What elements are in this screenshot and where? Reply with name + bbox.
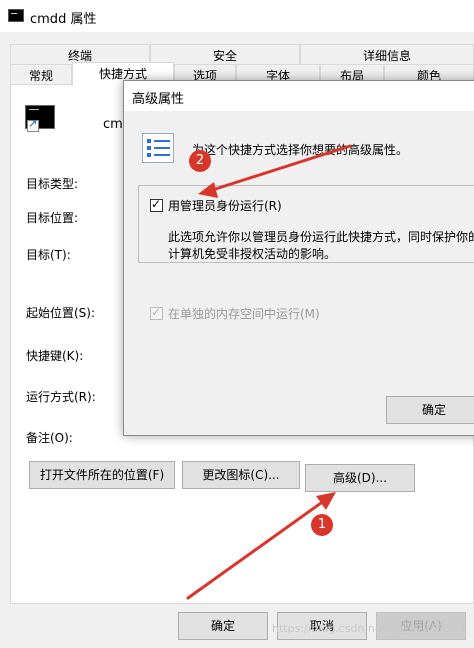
advanced-button[interactable]: 高级(D)... — [305, 464, 415, 492]
comment-label: 备注(O): — [26, 431, 73, 445]
dialog-title-bar: 高级属性 — [124, 81, 474, 111]
dialog-heading: 为这个快捷方式选择你想要的高级属性。 — [192, 143, 409, 157]
run-as-admin-checkbox[interactable] — [150, 197, 163, 212]
console-app-icon — [8, 9, 24, 22]
open-file-location-button[interactable]: 打开文件所在的位置(F) — [29, 461, 175, 489]
run-as-admin-label[interactable]: 用管理员身份运行(R) — [168, 197, 282, 214]
watermark-text: https://blog.csdn.net/qq_42765363 — [272, 622, 466, 635]
change-icon-button[interactable]: 更改图标(C)... — [182, 461, 300, 489]
dialog-ok-button[interactable]: 确定 — [386, 396, 474, 424]
title-bar: cmdd 属性 — [0, 0, 474, 32]
tab-general[interactable]: 常规 — [10, 64, 72, 86]
shortcut-key-label: 快捷键(K): — [26, 349, 84, 363]
annotation-badge-1: 1 — [311, 514, 333, 536]
annotation-badge-2: 2 — [189, 150, 211, 172]
window-title: cmdd 属性 — [30, 12, 97, 27]
start-in-label: 起始位置(S): — [26, 306, 96, 320]
target-location-label: 目标位置: — [26, 211, 79, 225]
separate-memory-label[interactable]: 在单独的内存空间中运行(M) — [168, 305, 320, 322]
ok-button[interactable]: 确定 — [178, 612, 268, 640]
run-as-admin-description: 此选项允许你以管理员身份运行此快捷方式，同时保护你的计算机免受非授权活动的影响。 — [168, 230, 474, 261]
target-type-label: 目标类型: — [26, 177, 79, 191]
target-label: 目标(T): — [26, 248, 71, 262]
shortcut-arrow-icon — [27, 117, 39, 132]
advanced-properties-dialog: 高级属性 为这个快捷方式选择你想要的高级属性。 用管理员身份运行(R) 此选项允… — [123, 80, 474, 436]
separate-memory-checkbox[interactable] — [150, 305, 163, 320]
run-mode-label: 运行方式(R): — [26, 390, 96, 404]
tab-details[interactable]: 详细信息 — [300, 44, 474, 66]
dialog-title: 高级属性 — [132, 92, 185, 107]
checklist-icon — [142, 133, 174, 163]
